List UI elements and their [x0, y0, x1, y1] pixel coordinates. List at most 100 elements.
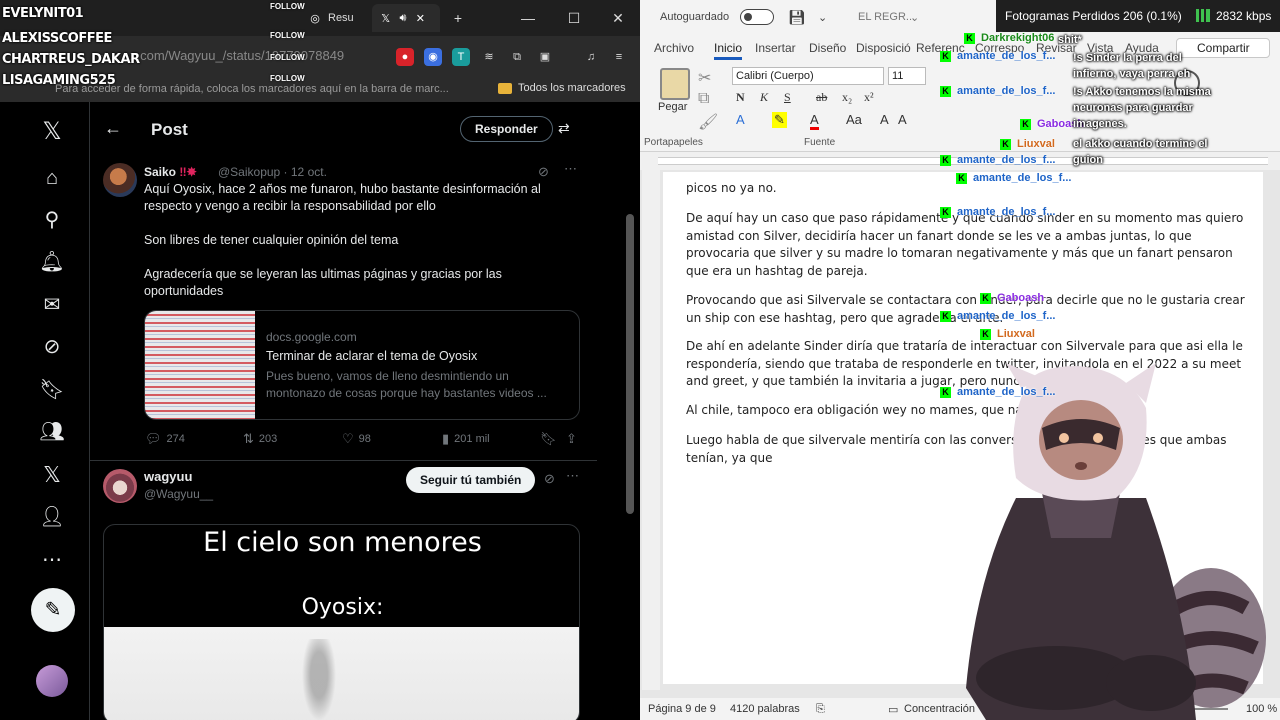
tab-diseno[interactable]: Diseño [809, 41, 846, 55]
notifications-icon[interactable]: 🔔︎ [38, 248, 66, 276]
superscript-icon[interactable]: x² [864, 90, 874, 105]
tab-revisar[interactable]: Revisar [1036, 41, 1077, 55]
doc-paragraph[interactable]: picos no ya no. [686, 180, 1246, 198]
underline-icon[interactable]: S [784, 90, 791, 105]
minimize-icon[interactable]: — [518, 8, 538, 28]
subscript-icon[interactable]: x₂ [842, 90, 852, 105]
url-field[interactable]: x.com/Wagyuu_/status/19779078849 [130, 48, 390, 66]
speaker-icon[interactable]: 🔊︎ [397, 11, 408, 25]
grok-icon[interactable]: ⊘ [544, 471, 555, 487]
tab-vista[interactable]: Vista [1087, 41, 1113, 55]
font-name-select[interactable]: Calibri (Cuerpo) [732, 67, 884, 85]
author-name[interactable]: Saiko ‼✸ [144, 165, 197, 179]
media-icon[interactable]: ♫ [582, 48, 600, 66]
compose-post-button[interactable]: ✎ [31, 588, 75, 632]
copy-icon[interactable]: ⧉ [698, 90, 709, 108]
chevron-down-icon[interactable]: ⌄ [910, 11, 919, 24]
filter-icon[interactable]: ⇄ [558, 120, 570, 137]
bold-icon[interactable]: N [736, 90, 745, 105]
close-window-icon[interactable]: ✕ [608, 8, 628, 28]
author-name[interactable]: wagyuu [144, 469, 192, 484]
link-card[interactable]: docs.google.com Terminar de aclarar el t… [144, 310, 580, 420]
extension-wave-icon[interactable]: ≋ [480, 48, 498, 66]
maximize-icon[interactable]: ☐ [564, 8, 584, 28]
x-logo-icon[interactable]: 𝕏 [38, 118, 66, 146]
extensions-puzzle-icon[interactable]: ⧉ [508, 48, 526, 66]
font-color-icon[interactable]: A [810, 112, 819, 130]
doc-paragraph[interactable]: Provocando que asi Silvervale se contact… [686, 292, 1246, 327]
tab-archivo[interactable]: Archivo [654, 41, 694, 55]
menu-icon[interactable]: ≡ [610, 48, 628, 66]
extension-translate-icon[interactable]: T [452, 48, 470, 66]
new-tab-icon[interactable]: + [448, 8, 468, 28]
paste-label[interactable]: Pegar [658, 101, 687, 113]
cut-icon[interactable]: ✂ [698, 68, 711, 88]
tweet-media[interactable]: El cielo son menores Oyosix: [103, 524, 580, 720]
messages-icon[interactable]: ✉ [38, 291, 66, 319]
word-count[interactable]: 4120 palabras [730, 703, 800, 715]
autosave-toggle[interactable] [740, 9, 774, 25]
bookmark-icon[interactable]: 🔖︎ [540, 431, 562, 447]
screenshot-icon[interactable]: ▣ [536, 48, 554, 66]
shrink-font-icon[interactable]: A [898, 112, 907, 127]
vertical-ruler[interactable] [642, 170, 660, 690]
search-icon[interactable]: ⚲ [38, 206, 66, 234]
more-options-icon[interactable]: ⋯ [566, 468, 579, 484]
horizontal-ruler[interactable] [640, 152, 1280, 170]
extension-record-icon[interactable]: ● [396, 48, 414, 66]
strikethrough-icon[interactable]: ab [816, 90, 827, 105]
italic-icon[interactable]: K [760, 90, 768, 105]
format-painter-icon[interactable]: 🖌︎ [698, 112, 718, 132]
page-indicator[interactable]: Página 9 de 9 [648, 703, 716, 715]
bookmarks-icon[interactable]: 🔖︎ [38, 376, 66, 404]
share-icon[interactable]: ⇪ [566, 431, 582, 447]
focus-icon[interactable]: ▭ [888, 703, 898, 716]
tab-inicio[interactable]: Inicio [714, 41, 742, 55]
reply-count[interactable]: 💬︎ 274 [145, 431, 185, 447]
paste-icon[interactable] [660, 68, 690, 100]
doc-paragraph[interactable]: De aquí hay un caso que paso rápidamente… [686, 210, 1246, 280]
tab-insertar[interactable]: Insertar [755, 41, 796, 55]
tab-ayuda[interactable]: Ayuda [1125, 41, 1159, 55]
avatar[interactable] [103, 163, 137, 197]
more-icon[interactable]: ⋯ [38, 546, 66, 574]
grok-icon[interactable]: ⊘ [538, 164, 549, 180]
scrollbar[interactable] [626, 214, 634, 514]
document-name[interactable]: EL REGR... [858, 11, 915, 23]
extension-vpn-icon[interactable]: ◉ [424, 48, 442, 66]
back-arrow-icon[interactable]: ← [104, 118, 122, 139]
home-icon[interactable]: ⌂ [38, 164, 66, 192]
scroll-thumb[interactable] [626, 214, 634, 514]
follow-button[interactable]: Seguir tú también [406, 467, 536, 493]
avatar[interactable] [103, 469, 137, 503]
tab-resu[interactable]: ◎ Resu [300, 4, 370, 32]
author-handle[interactable]: @Wagyuu__ [144, 487, 213, 501]
bookmark-icon[interactable]: ☆ [96, 48, 114, 66]
font-size-select[interactable]: 11 [888, 67, 926, 85]
highlight-icon[interactable]: ✎ [772, 112, 787, 128]
profile-icon[interactable]: 👤︎ [38, 503, 66, 531]
proofing-icon[interactable]: ⎘ [816, 703, 825, 716]
avatar[interactable] [36, 665, 68, 697]
repost-count[interactable]: ⇅ 203 [243, 431, 277, 447]
view-count[interactable]: ▮ 201 mil [442, 431, 490, 447]
tab-disposicion[interactable]: Disposició [856, 41, 911, 55]
all-bookmarks-button[interactable]: Todos los marcadores [498, 82, 626, 94]
reply-button[interactable]: Responder [460, 116, 553, 142]
tab-x[interactable]: 𝕏 🔊︎ ✕ [372, 4, 440, 32]
search-icon[interactable] [1174, 70, 1200, 96]
tab-correspondencia[interactable]: Correspo [975, 41, 1024, 55]
tab-referencias[interactable]: Referenc [916, 41, 965, 55]
premium-icon[interactable]: 𝕏 [38, 461, 66, 489]
communities-icon[interactable]: 👥︎ [38, 418, 66, 446]
close-tab-icon[interactable]: ✕ [415, 11, 426, 25]
share-button[interactable]: Compartir [1176, 38, 1270, 58]
more-icon[interactable]: ⌄ [818, 11, 827, 24]
save-icon[interactable]: 💾︎ [788, 9, 806, 26]
change-case-icon[interactable]: Aa [846, 112, 862, 127]
grow-font-icon[interactable]: A [880, 112, 889, 127]
author-handle[interactable]: @Saikopup · 12 oct. [218, 165, 327, 179]
text-effects-icon[interactable]: A [736, 112, 745, 127]
more-options-icon[interactable]: ⋯ [564, 161, 577, 177]
like-count[interactable]: ♡ 98 [342, 431, 371, 447]
